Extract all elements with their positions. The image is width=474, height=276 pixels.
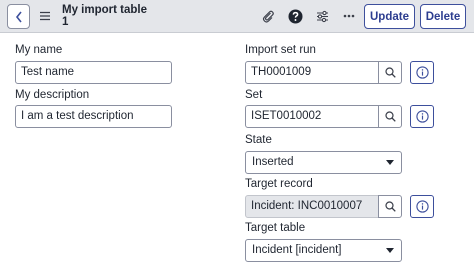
target-record-info-button[interactable]: [410, 195, 434, 218]
more-options-button[interactable]: [340, 7, 358, 25]
import-set-run-info-button[interactable]: [410, 61, 434, 84]
hamburger-menu-icon[interactable]: [40, 11, 50, 21]
page-title: My import table 1: [62, 4, 147, 28]
search-icon: [384, 111, 396, 122]
page-title-line2: 1: [62, 16, 69, 28]
name-input[interactable]: Test name: [15, 61, 172, 84]
description-input[interactable]: I am a test description: [15, 105, 172, 128]
chevron-left-icon: [15, 11, 22, 22]
paperclip-icon: [262, 10, 274, 23]
state-select-value: Inserted: [252, 156, 294, 168]
state-label: State: [245, 134, 272, 146]
target-table-select-value: Incident [incident]: [252, 244, 342, 256]
info-circle-icon: [415, 200, 429, 213]
back-button[interactable]: [7, 4, 30, 29]
question-circle-icon: [288, 9, 302, 23]
ellipsis-icon: [343, 14, 355, 18]
import-set-run-input[interactable]: TH0001009: [245, 61, 379, 84]
set-info-button[interactable]: [410, 105, 434, 128]
state-select[interactable]: Inserted: [245, 151, 402, 174]
set-lookup-button[interactable]: [378, 105, 402, 128]
import-set-run-label: Import set run: [245, 44, 316, 56]
target-record-label: Target record: [245, 178, 313, 190]
help-button[interactable]: [286, 7, 304, 25]
target-table-select[interactable]: Incident [incident]: [245, 239, 402, 262]
chevron-down-icon: [386, 160, 394, 165]
search-icon: [384, 201, 396, 212]
name-label: My name: [15, 44, 63, 56]
target-table-label: Target table: [245, 222, 306, 234]
description-label: My description: [15, 89, 90, 101]
form-settings-button[interactable]: [313, 7, 331, 25]
delete-button[interactable]: Delete: [420, 4, 466, 29]
info-circle-icon: [415, 110, 429, 123]
form-header: My import table 1 Update Delete: [0, 0, 474, 33]
chevron-down-icon: [386, 248, 394, 253]
attachment-button[interactable]: [259, 7, 277, 25]
set-input[interactable]: ISET0010002: [245, 105, 379, 128]
sliders-icon: [316, 10, 328, 22]
search-icon: [384, 67, 396, 78]
page-title-line1: My import table: [62, 4, 147, 16]
set-label: Set: [245, 89, 263, 101]
update-button[interactable]: Update: [364, 4, 415, 29]
target-record-input: Incident: INC0010007: [245, 195, 379, 218]
info-circle-icon: [415, 66, 429, 79]
import-set-run-lookup-button[interactable]: [378, 61, 402, 84]
target-record-lookup-button[interactable]: [378, 195, 402, 218]
